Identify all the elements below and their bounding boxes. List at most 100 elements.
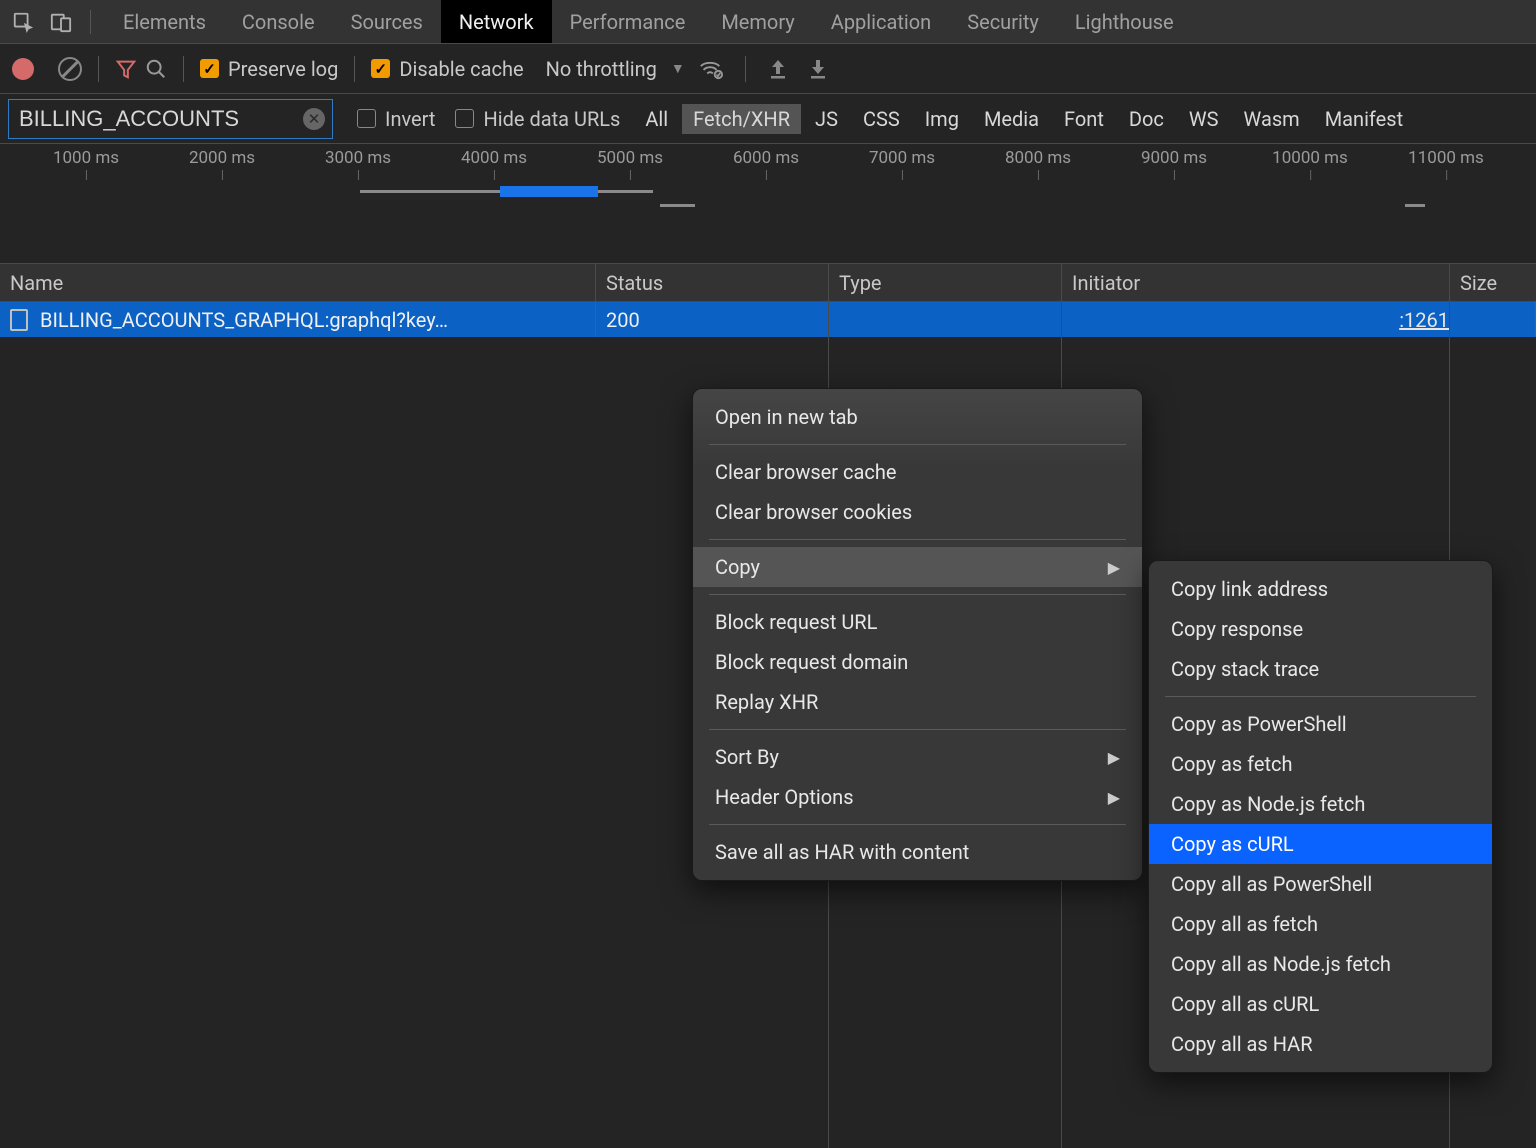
- tab-application[interactable]: Application: [813, 0, 949, 43]
- timeline-tick: 1000 ms: [53, 148, 119, 168]
- menu-open-new-tab[interactable]: Open in new tab: [693, 397, 1142, 437]
- record-button[interactable]: [12, 58, 34, 80]
- checkbox-unchecked-icon: [357, 109, 376, 128]
- throttling-dropdown[interactable]: No throttling ▼: [546, 57, 685, 81]
- timeline-tick: 11000 ms: [1408, 148, 1484, 168]
- timeline-bar: [1405, 204, 1425, 207]
- resource-type-filters: All Fetch/XHR JS CSS Img Media Font Doc …: [634, 104, 1414, 134]
- filter-font[interactable]: Font: [1053, 104, 1115, 134]
- timeline-bar: [360, 190, 500, 193]
- menu-clear-cache[interactable]: Clear browser cache: [693, 452, 1142, 492]
- cell-name: BILLING_ACCOUNTS_GRAPHQL:graphql?key…: [0, 302, 596, 337]
- menu-copy-curl[interactable]: Copy as cURL: [1149, 824, 1492, 864]
- timeline-ticks: 1000 ms 2000 ms 3000 ms 4000 ms 5000 ms …: [0, 144, 1536, 170]
- timeline-bar: [660, 204, 695, 207]
- divider: [183, 56, 184, 82]
- column-header-name[interactable]: Name: [0, 264, 596, 301]
- menu-copy-all-powershell[interactable]: Copy all as PowerShell: [1149, 864, 1492, 904]
- file-icon: [10, 309, 28, 331]
- clear-filter-icon[interactable]: ✕: [303, 108, 325, 130]
- timeline-body: [0, 182, 1536, 202]
- divider: [354, 56, 355, 82]
- filter-wasm[interactable]: Wasm: [1233, 104, 1311, 134]
- device-toggle-icon[interactable]: [46, 7, 76, 37]
- checkbox-checked-icon: ✓: [371, 59, 390, 78]
- menu-copy-all-har[interactable]: Copy all as HAR: [1149, 1024, 1492, 1064]
- filter-all[interactable]: All: [634, 104, 679, 134]
- hide-data-urls-label: Hide data URLs: [483, 107, 620, 131]
- filter-ws[interactable]: WS: [1178, 104, 1230, 134]
- tab-elements[interactable]: Elements: [105, 0, 224, 43]
- menu-sort-by[interactable]: Sort By ▶: [693, 737, 1142, 777]
- filter-js[interactable]: JS: [804, 104, 849, 134]
- menu-separator: [1165, 696, 1476, 697]
- tab-memory[interactable]: Memory: [703, 0, 812, 43]
- column-header-size[interactable]: Size: [1450, 264, 1536, 301]
- menu-copy-response[interactable]: Copy response: [1149, 609, 1492, 649]
- menu-block-url[interactable]: Block request URL: [693, 602, 1142, 642]
- menu-copy-all-node[interactable]: Copy all as Node.js fetch: [1149, 944, 1492, 984]
- preserve-log-checkbox[interactable]: ✓ Preserve log: [200, 57, 338, 81]
- network-conditions-icon[interactable]: [699, 58, 723, 80]
- invert-checkbox[interactable]: Invert: [357, 107, 435, 131]
- import-har-icon[interactable]: [768, 58, 788, 80]
- inspect-icon[interactable]: [8, 7, 38, 37]
- request-context-menu: Open in new tab Clear browser cache Clea…: [692, 388, 1143, 881]
- copy-submenu: Copy link address Copy response Copy sta…: [1148, 560, 1493, 1073]
- chevron-right-icon: ▶: [1108, 558, 1120, 577]
- menu-copy-link[interactable]: Copy link address: [1149, 569, 1492, 609]
- timeline-tick: 2000 ms: [189, 148, 255, 168]
- menu-replay-xhr[interactable]: Replay XHR: [693, 682, 1142, 722]
- filter-img[interactable]: Img: [914, 104, 970, 134]
- filter-media[interactable]: Media: [973, 104, 1050, 134]
- menu-header-options[interactable]: Header Options ▶: [693, 777, 1142, 817]
- timeline-tick: 5000 ms: [597, 148, 663, 168]
- menu-separator: [709, 539, 1126, 540]
- chevron-right-icon: ▶: [1108, 748, 1120, 767]
- tab-performance[interactable]: Performance: [552, 0, 704, 43]
- menu-copy-all-fetch[interactable]: Copy all as fetch: [1149, 904, 1492, 944]
- request-name: BILLING_ACCOUNTS_GRAPHQL:graphql?key…: [40, 308, 448, 332]
- tab-lighthouse[interactable]: Lighthouse: [1057, 0, 1192, 43]
- filter-manifest[interactable]: Manifest: [1314, 104, 1414, 134]
- menu-copy-powershell[interactable]: Copy as PowerShell: [1149, 704, 1492, 744]
- timeline-overview[interactable]: 1000 ms 2000 ms 3000 ms 4000 ms 5000 ms …: [0, 144, 1536, 264]
- menu-save-har[interactable]: Save all as HAR with content: [693, 832, 1142, 872]
- tab-network[interactable]: Network: [441, 0, 552, 43]
- filter-bar: ✕ Invert Hide data URLs All Fetch/XHR JS…: [0, 94, 1536, 144]
- filter-icon[interactable]: [115, 58, 137, 80]
- column-header-type[interactable]: Type: [829, 264, 1062, 301]
- checkbox-checked-icon: ✓: [200, 59, 219, 78]
- menu-copy-all-curl[interactable]: Copy all as cURL: [1149, 984, 1492, 1024]
- clear-button[interactable]: [58, 57, 82, 81]
- tab-security[interactable]: Security: [949, 0, 1057, 43]
- network-toolbar: ✓ Preserve log ✓ Disable cache No thrott…: [0, 44, 1536, 94]
- filter-fetch-xhr[interactable]: Fetch/XHR: [682, 104, 801, 134]
- column-header-status[interactable]: Status: [596, 264, 829, 301]
- tab-sources[interactable]: Sources: [333, 0, 441, 43]
- export-har-icon[interactable]: [808, 58, 828, 80]
- menu-separator: [709, 824, 1126, 825]
- filter-input-wrap: ✕: [8, 99, 333, 139]
- menu-copy-node-fetch[interactable]: Copy as Node.js fetch: [1149, 784, 1492, 824]
- menu-clear-cookies[interactable]: Clear browser cookies: [693, 492, 1142, 532]
- filter-input[interactable]: [8, 99, 333, 139]
- timeline-tick: 9000 ms: [1141, 148, 1207, 168]
- column-header-initiator[interactable]: Initiator: [1062, 264, 1450, 301]
- menu-separator: [709, 444, 1126, 445]
- menu-copy-fetch[interactable]: Copy as fetch: [1149, 744, 1492, 784]
- menu-copy[interactable]: Copy ▶: [693, 547, 1142, 587]
- disable-cache-checkbox[interactable]: ✓ Disable cache: [371, 57, 523, 81]
- tab-console[interactable]: Console: [224, 0, 333, 43]
- chevron-down-icon: ▼: [671, 60, 685, 77]
- divider: [90, 10, 91, 34]
- filter-css[interactable]: CSS: [852, 104, 911, 134]
- search-icon[interactable]: [145, 58, 167, 80]
- menu-copy-stack[interactable]: Copy stack trace: [1149, 649, 1492, 689]
- timeline-tick: 6000 ms: [733, 148, 799, 168]
- hide-data-urls-checkbox[interactable]: Hide data URLs: [455, 107, 620, 131]
- menu-separator: [709, 729, 1126, 730]
- menu-block-domain[interactable]: Block request domain: [693, 642, 1142, 682]
- chevron-right-icon: ▶: [1108, 788, 1120, 807]
- filter-doc[interactable]: Doc: [1118, 104, 1175, 134]
